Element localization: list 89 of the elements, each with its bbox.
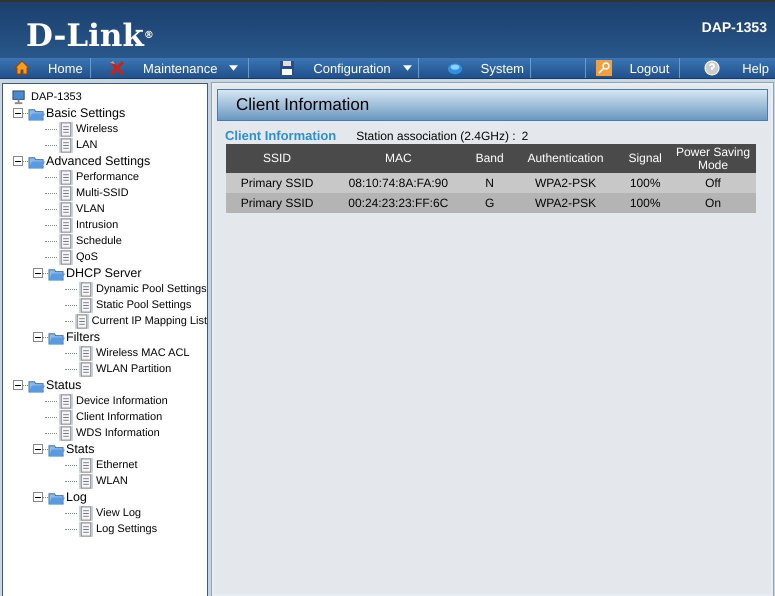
panel-title: Client Information xyxy=(236,95,370,115)
tree-item[interactable]: Performance xyxy=(76,171,139,183)
tree-item[interactable]: QoS xyxy=(76,251,98,263)
model-name: DAP-1353 xyxy=(702,19,767,35)
section-title: Client Information xyxy=(225,128,336,143)
caret-icon[interactable] xyxy=(402,65,412,71)
caret-icon[interactable] xyxy=(229,65,238,71)
tree-item[interactable]: WDS Information xyxy=(76,427,160,439)
document-icon xyxy=(79,474,93,488)
document-icon xyxy=(59,250,73,264)
table-cell: Off xyxy=(670,173,756,193)
tree-item[interactable]: DHCP Server xyxy=(66,266,142,280)
document-icon xyxy=(59,234,73,248)
tree-item[interactable]: Multi-SSID xyxy=(76,187,129,199)
tree-item[interactable]: WLAN Partition xyxy=(96,363,172,375)
document-icon xyxy=(59,186,73,200)
tree-item[interactable]: View Log xyxy=(96,507,142,519)
tree-item[interactable]: Status xyxy=(46,378,82,392)
document-icon xyxy=(79,458,93,472)
tree-item[interactable]: Ethernet xyxy=(96,459,138,471)
collapse-toggle[interactable] xyxy=(33,268,43,278)
table-cell: 100% xyxy=(620,193,670,213)
collapse-toggle[interactable] xyxy=(33,492,43,502)
column-header: Signal xyxy=(620,144,670,173)
collapse-toggle[interactable] xyxy=(13,156,23,166)
document-icon xyxy=(59,410,73,424)
column-header: Band xyxy=(468,144,511,173)
table-cell: WPA2-PSK xyxy=(510,173,620,193)
document-icon xyxy=(59,202,73,216)
help-icon[interactable] xyxy=(704,60,720,76)
logo: D-Link$^{®}$ xyxy=(26,18,154,54)
document-icon xyxy=(79,298,93,312)
station-label: Station association (2.4GHz) : xyxy=(356,129,516,143)
column-header: MAC xyxy=(328,144,469,173)
collapse-toggle[interactable] xyxy=(13,108,23,118)
tree-item[interactable]: DAP-1353 xyxy=(31,91,82,103)
collapse-toggle[interactable] xyxy=(33,332,43,342)
document-icon xyxy=(79,522,93,536)
nav-link[interactable]: Home xyxy=(48,60,83,76)
tree-item[interactable]: Schedule xyxy=(76,235,122,247)
tree-item[interactable]: VLAN xyxy=(76,203,105,215)
table-cell: 00:24:23:23:FF:6C xyxy=(328,193,469,213)
document-icon xyxy=(59,426,73,440)
table-cell: G xyxy=(468,193,511,213)
document-icon xyxy=(79,506,93,520)
document-icon xyxy=(79,282,93,296)
document-icon xyxy=(59,122,73,136)
document-icon xyxy=(59,218,73,232)
document-icon xyxy=(59,394,73,408)
document-icon xyxy=(79,346,93,360)
nav-link[interactable]: Help xyxy=(742,60,769,76)
document-icon xyxy=(59,138,73,152)
table-cell: WPA2-PSK xyxy=(510,193,620,213)
tree-item[interactable]: Wireless xyxy=(76,123,118,135)
column-header: Power Saving Mode xyxy=(670,144,756,173)
table-cell: Primary SSID xyxy=(226,193,328,213)
table-cell: 100% xyxy=(620,173,670,193)
tree-item[interactable]: Log xyxy=(66,490,87,504)
table-cell: 08:10:74:8A:FA:90 xyxy=(328,173,469,193)
nav-link[interactable]: Configuration xyxy=(313,60,391,76)
collapse-toggle[interactable] xyxy=(33,444,43,454)
nav-link[interactable]: System xyxy=(480,60,524,76)
tree-item[interactable]: Intrusion xyxy=(76,219,118,231)
tree-item[interactable]: Advanced Settings xyxy=(46,154,150,168)
nav-link[interactable]: Logout xyxy=(630,60,670,76)
tree-item[interactable]: Device Information xyxy=(76,395,168,407)
tree-item[interactable]: LAN xyxy=(76,139,98,151)
table-cell: On xyxy=(670,193,756,213)
document-icon xyxy=(59,170,73,184)
table-cell: Primary SSID xyxy=(226,173,328,193)
document-icon xyxy=(79,362,93,376)
tree-item[interactable]: Basic Settings xyxy=(46,106,126,120)
tree-item[interactable]: Stats xyxy=(66,442,94,456)
tree-item[interactable]: Log Settings xyxy=(96,523,158,535)
nav-link[interactable]: Maintenance xyxy=(143,60,218,76)
table-cell: N xyxy=(468,173,511,193)
tree-item[interactable]: Dynamic Pool Settings xyxy=(96,283,207,295)
tree-item[interactable]: Wireless MAC ACL xyxy=(96,347,190,359)
tree-item[interactable]: Client Information xyxy=(76,411,162,423)
document-icon xyxy=(74,314,89,328)
tree-item[interactable]: Static Pool Settings xyxy=(96,299,192,311)
tree-item[interactable]: WLAN xyxy=(96,475,128,487)
collapse-toggle[interactable] xyxy=(13,380,23,390)
home-icon[interactable] xyxy=(14,60,30,76)
column-header: SSID xyxy=(226,144,328,173)
tree-item[interactable]: Current IP Mapping List xyxy=(92,315,207,327)
tree-item[interactable]: Filters xyxy=(66,330,100,344)
column-header: Authentication xyxy=(510,144,620,173)
station-count: 2 xyxy=(522,129,528,143)
